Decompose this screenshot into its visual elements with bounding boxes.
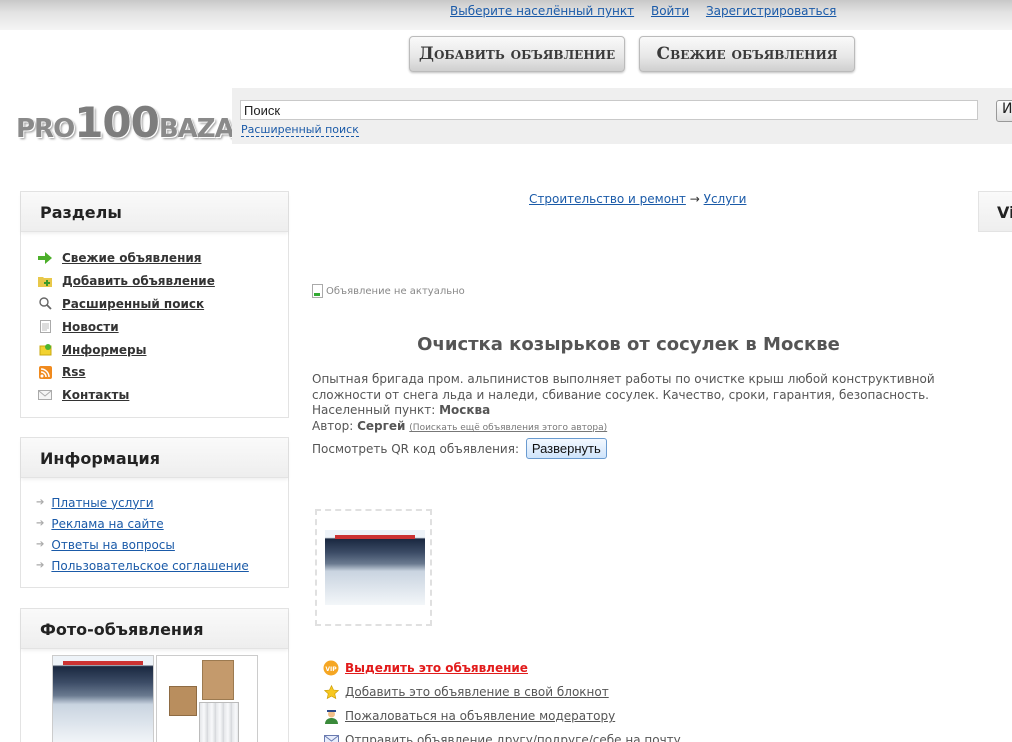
moderator-icon bbox=[323, 708, 339, 724]
breadcrumb-subcategory[interactable]: Услуги bbox=[704, 192, 747, 206]
action-send[interactable]: Отправить объявление другу/подруге/себе … bbox=[323, 728, 681, 742]
ad-actions: VIP Выделить это объявление Добавить это… bbox=[323, 656, 681, 742]
document-status-icon bbox=[312, 284, 323, 298]
fresh-ads-button[interactable]: Свежие объявления bbox=[639, 36, 855, 72]
city-label: Населенный пункт: bbox=[312, 403, 436, 417]
add-ad-button[interactable]: Добавить объявление bbox=[409, 36, 625, 72]
vip-icon: VIP bbox=[323, 660, 339, 676]
mail-icon bbox=[323, 732, 339, 742]
search-button[interactable]: Искать bbox=[996, 100, 1012, 122]
photo-ads-title: Фото-объявления bbox=[21, 609, 288, 649]
magnifier-icon bbox=[36, 297, 54, 311]
ad-photo-frame bbox=[315, 509, 432, 626]
sections-menu: Свежие объявления Добавить объявление Ра… bbox=[21, 232, 288, 407]
menu-link-add[interactable]: Добавить объявление bbox=[62, 274, 215, 288]
photo-ads-panel: Фото-объявления bbox=[20, 608, 289, 742]
arrow-bullet-icon: ➔ bbox=[36, 560, 45, 571]
top-bar: Выберите населённый пункт Войти Зарегист… bbox=[0, 0, 1012, 30]
menu-item-news[interactable]: Новости bbox=[36, 315, 288, 338]
document-icon bbox=[36, 320, 54, 334]
photo-ads-grid bbox=[21, 649, 288, 742]
ad-city: Населенный пункт: Москва bbox=[312, 403, 490, 417]
information-list: ➔ Платные услуги ➔ Реклама на сайте ➔ Ответ… bbox=[21, 478, 288, 576]
menu-link-news[interactable]: Новости bbox=[62, 320, 119, 334]
logo-part-pro: PRO bbox=[16, 114, 75, 144]
info-item-ads[interactable]: ➔ Реклама на сайте bbox=[36, 513, 288, 534]
right-panel-title: Vi bbox=[978, 191, 1012, 232]
search-input[interactable] bbox=[240, 100, 978, 120]
menu-item-contacts[interactable]: Контакты bbox=[36, 384, 288, 407]
add-folder-icon bbox=[36, 274, 54, 288]
roof-photo bbox=[325, 530, 425, 605]
menu-link-informers[interactable]: Информеры bbox=[62, 343, 146, 357]
menu-link-advanced-search[interactable]: Расширенный поиск bbox=[62, 297, 204, 311]
city-value: Москва bbox=[439, 403, 491, 417]
logo-part-100: 100 bbox=[74, 98, 160, 147]
register-link[interactable]: Зарегистрироваться bbox=[706, 4, 836, 18]
ad-description: Опытная бригада пром. альпинистов выполн… bbox=[312, 372, 935, 402]
green-arrow-icon bbox=[36, 251, 54, 265]
menu-item-add[interactable]: Добавить объявление bbox=[36, 270, 288, 293]
action-highlight[interactable]: VIP Выделить это объявление bbox=[323, 656, 681, 680]
information-panel: Информация ➔ Платные услуги ➔ Реклама на с… bbox=[20, 437, 289, 588]
logo-part-baza: BAZA bbox=[158, 114, 235, 144]
ad-author: Автор: Сергей (Поискать ещё объявления э… bbox=[312, 419, 607, 433]
menu-link-rss[interactable]: Rss bbox=[62, 365, 86, 379]
info-item-agreement[interactable]: ➔ Пользовательское соглашение bbox=[36, 555, 288, 576]
boxes-photo bbox=[157, 656, 257, 742]
complain-link[interactable]: Пожаловаться на объявление модератору bbox=[345, 709, 615, 723]
menu-item-fresh[interactable]: Свежие объявления bbox=[36, 247, 288, 270]
information-title: Информация bbox=[21, 438, 288, 478]
ad-status: Объявление не актуально bbox=[312, 284, 465, 298]
photo-ad-thumb[interactable] bbox=[52, 655, 154, 742]
svg-text:VIP: VIP bbox=[325, 666, 337, 673]
info-link-ads[interactable]: Реклама на сайте bbox=[51, 517, 163, 531]
search-area: Искать Расширенный поиск bbox=[232, 88, 1012, 144]
menu-item-informers[interactable]: Информеры bbox=[36, 338, 288, 361]
sections-panel: Разделы Свежие объявления Добавить объяв… bbox=[20, 191, 289, 418]
menu-item-advanced-search[interactable]: Расширенный поиск bbox=[36, 293, 288, 316]
arrow-bullet-icon: ➔ bbox=[36, 497, 45, 508]
breadcrumb-category[interactable]: Строительство и ремонт bbox=[529, 192, 686, 206]
photo-ad-thumb[interactable] bbox=[156, 655, 258, 742]
advanced-search-link[interactable]: Расширенный поиск bbox=[241, 123, 359, 137]
login-link[interactable]: Войти bbox=[651, 4, 689, 18]
menu-link-fresh[interactable]: Свежие объявления bbox=[62, 251, 201, 265]
choose-city-link[interactable]: Выберите населённый пункт bbox=[450, 4, 634, 18]
ad-title: Очистка козырьков от сосулек в Москве bbox=[417, 334, 840, 355]
star-icon bbox=[323, 684, 339, 700]
roof-photo bbox=[53, 656, 153, 742]
qr-expand-button[interactable]: Развернуть bbox=[525, 438, 607, 459]
highlight-ad-link[interactable]: Выделить это объявление bbox=[345, 661, 528, 675]
breadcrumb-separator: → bbox=[689, 192, 700, 206]
site-logo[interactable]: PRO100BAZA bbox=[16, 98, 235, 147]
info-link-agreement[interactable]: Пользовательское соглашение bbox=[51, 559, 248, 573]
rss-icon bbox=[36, 365, 54, 379]
ad-status-text: Объявление не актуально bbox=[326, 285, 465, 297]
author-name: Сергей bbox=[357, 419, 406, 433]
author-label: Автор: bbox=[312, 419, 354, 433]
top-links: Выберите населённый пункт Войти Зарегист… bbox=[450, 4, 849, 18]
info-link-paid[interactable]: Платные услуги bbox=[51, 496, 153, 510]
menu-item-rss[interactable]: Rss bbox=[36, 361, 288, 384]
ad-photo[interactable] bbox=[325, 530, 425, 605]
info-link-faq[interactable]: Ответы на вопросы bbox=[51, 538, 174, 552]
info-item-faq[interactable]: ➔ Ответы на вопросы bbox=[36, 534, 288, 555]
arrow-bullet-icon: ➔ bbox=[36, 518, 45, 529]
ad-qr: Посмотреть QR код объявления: Развернуть bbox=[312, 438, 607, 459]
envelope-icon bbox=[36, 388, 54, 402]
arrow-bullet-icon: ➔ bbox=[36, 539, 45, 550]
breadcrumb: Строительство и ремонт → Услуги bbox=[529, 192, 746, 206]
info-item-paid[interactable]: ➔ Платные услуги bbox=[36, 492, 288, 513]
action-notepad[interactable]: Добавить это объявление в свой блокнот bbox=[323, 680, 681, 704]
informer-icon bbox=[36, 343, 54, 357]
author-more-link[interactable]: (Поискать ещё объявления этого автора) bbox=[409, 423, 607, 433]
menu-link-contacts[interactable]: Контакты bbox=[62, 388, 129, 402]
send-to-email-link[interactable]: Отправить объявление другу/подруге/себе … bbox=[345, 733, 681, 742]
sections-title: Разделы bbox=[21, 192, 288, 232]
add-to-notepad-link[interactable]: Добавить это объявление в свой блокнот bbox=[345, 685, 609, 699]
action-complain[interactable]: Пожаловаться на объявление модератору bbox=[323, 704, 681, 728]
qr-label: Посмотреть QR код объявления: bbox=[312, 442, 519, 456]
